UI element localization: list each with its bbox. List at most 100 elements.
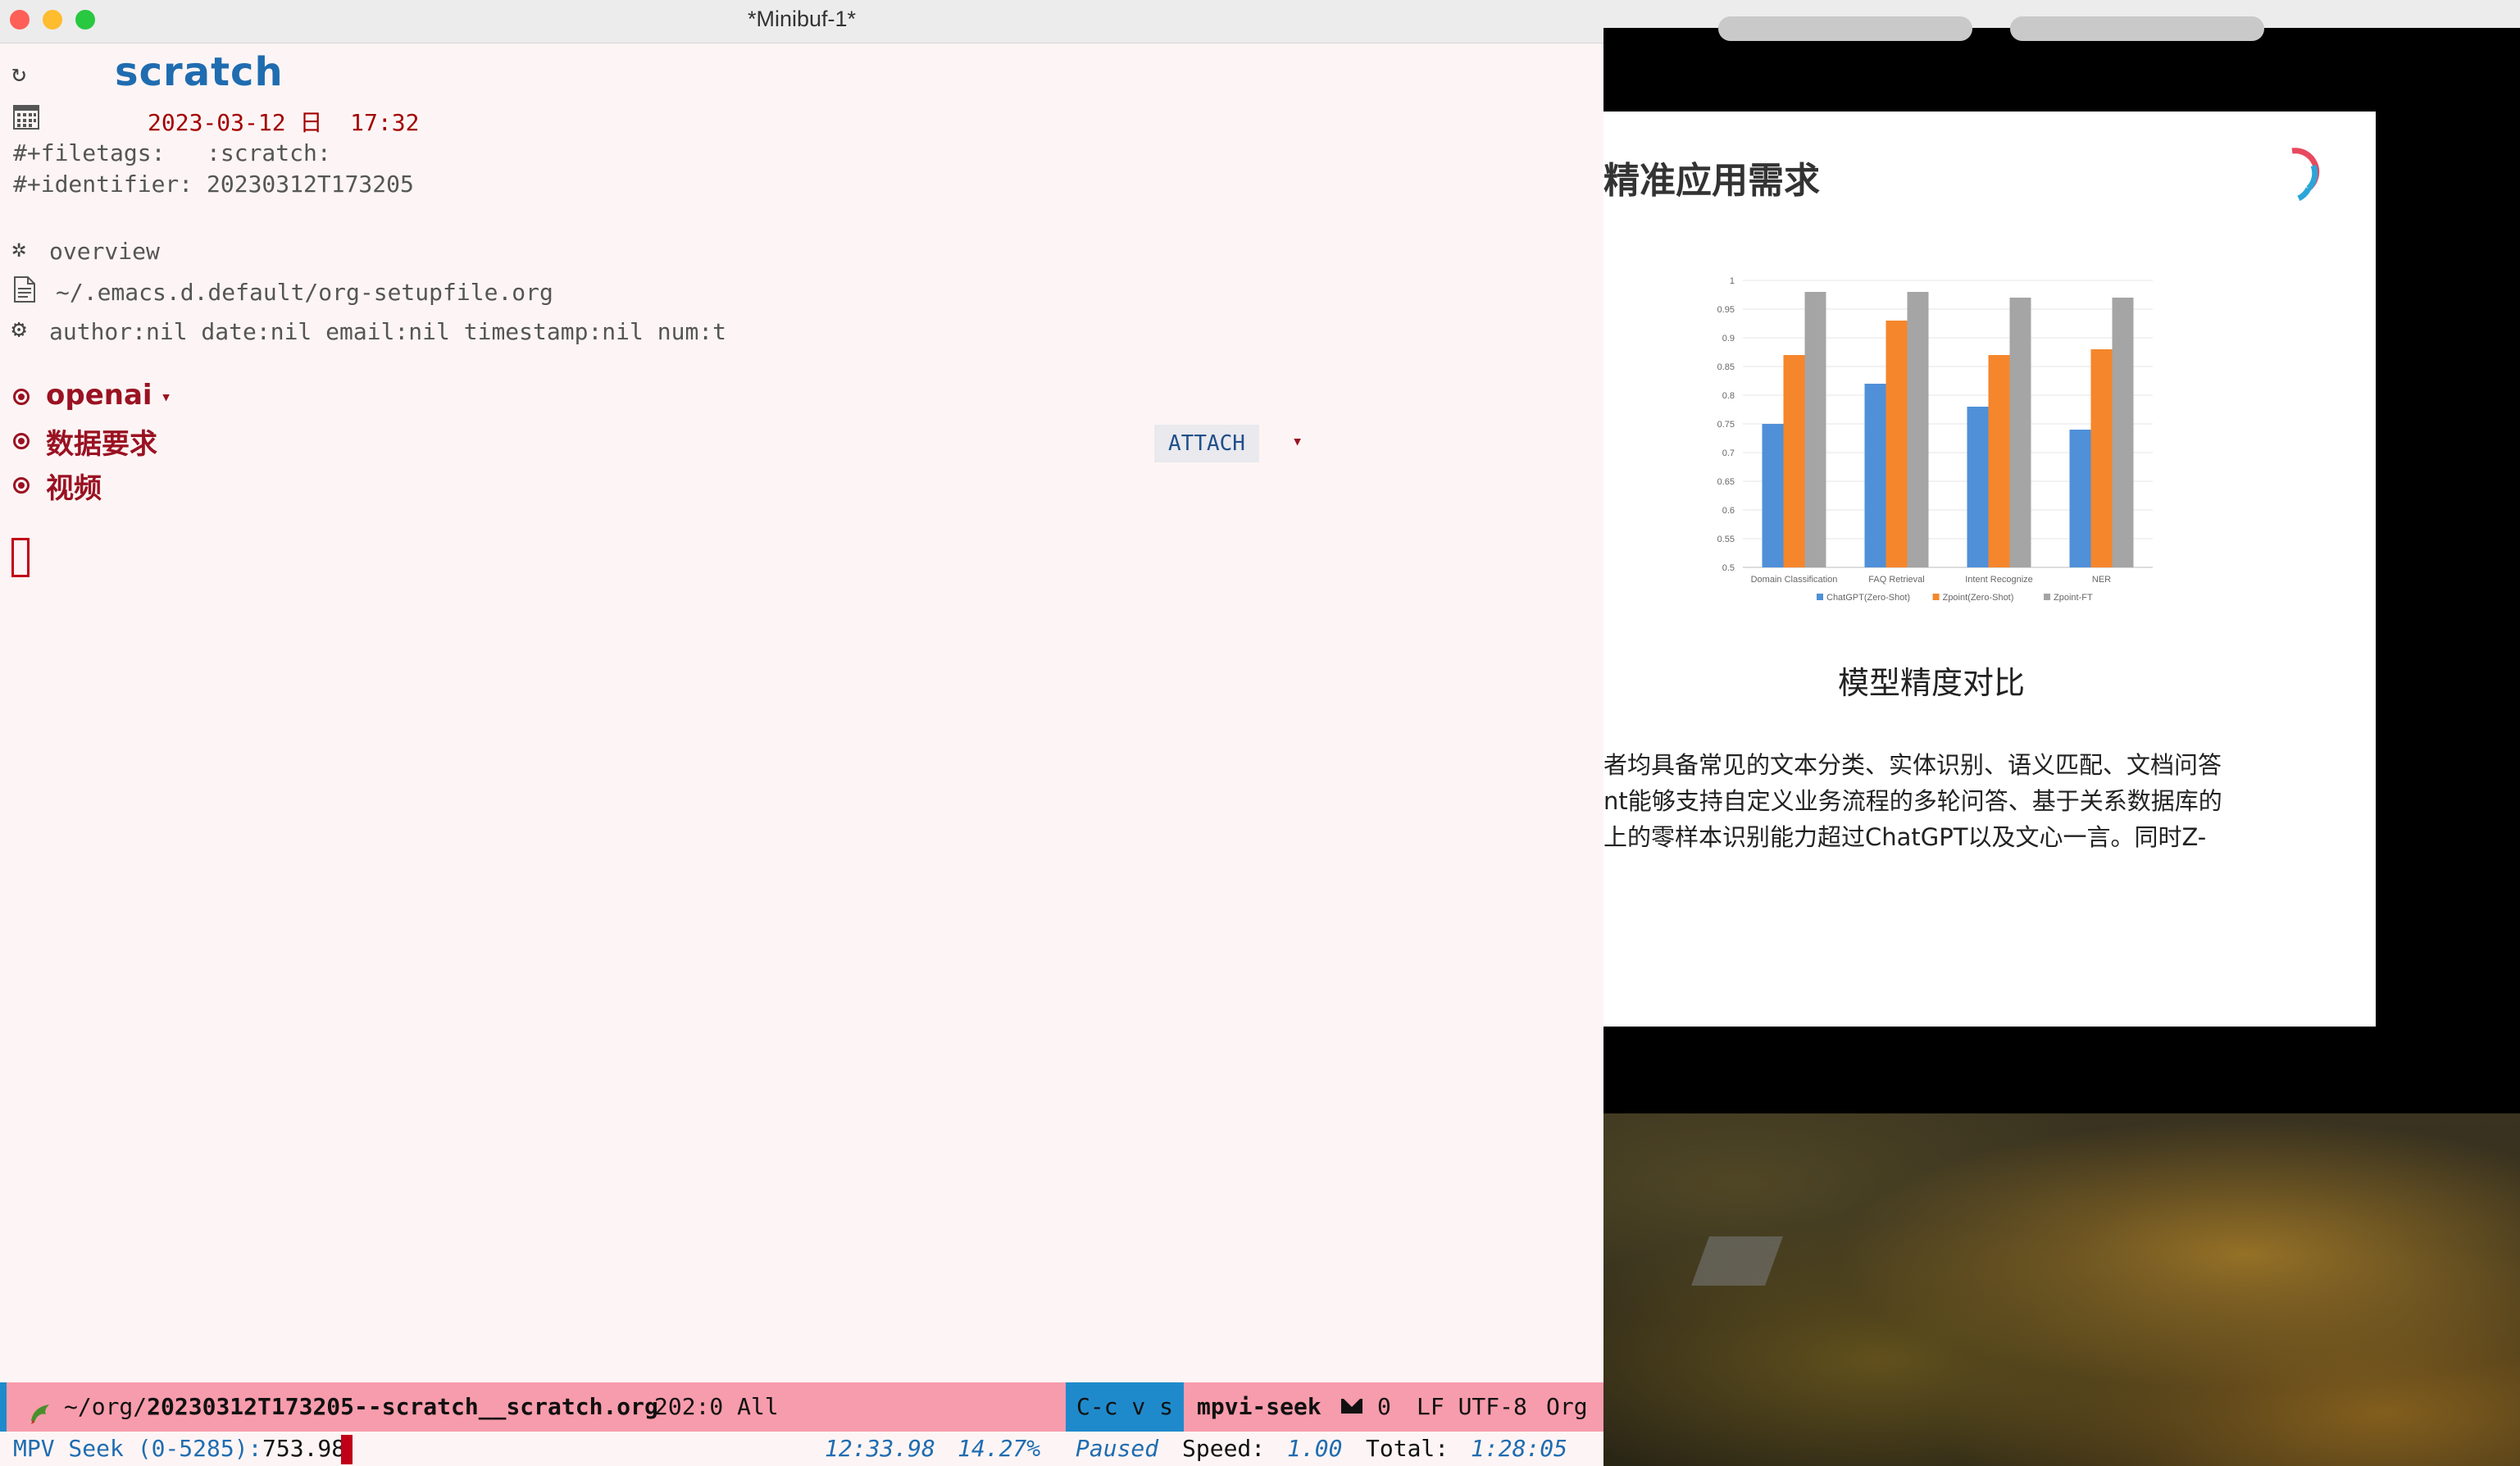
bar-zpoint-zero-shot--3: [2090, 349, 2113, 567]
org-buffer[interactable]: ↻ scratch 2023-03-12 日 17:32 #+filetags:…: [0, 43, 1603, 1381]
x-tick-label: NER: [2092, 575, 2111, 585]
overview-line: overview: [49, 238, 160, 265]
y-tick-label: 0.8: [1722, 391, 1735, 401]
text-cursor: [11, 538, 30, 577]
mode-line: ~/org/20230312T173205--scratch__scratch.…: [0, 1382, 1603, 1432]
mail-count: 0: [1377, 1393, 1391, 1420]
calendar-icon: [13, 103, 39, 130]
y-tick-label: 0.75: [1717, 420, 1735, 430]
page-title: scratch: [115, 49, 284, 95]
y-tick-label: 0.6: [1722, 506, 1735, 516]
speed-value: 1.00: [1287, 1435, 1343, 1462]
y-tick-label: 0.65: [1717, 477, 1735, 487]
identifier-line: #+identifier: 20230312T173205: [13, 171, 414, 198]
presentation-slide: 精准应用需求 0.5 0.55 0.6 0.65 0.7 0.75 0.8 0.85 0.9 0.…: [1603, 112, 2376, 1027]
emacs-window: *Minibuf-1* ↻ scratch 2023-03-12 日 17:32…: [0, 0, 1603, 1466]
mode-line-indicator: [0, 1382, 7, 1432]
x-tick-label: FAQ Retrieval: [1868, 575, 1924, 585]
headline-video[interactable]: 视频: [46, 466, 102, 506]
minor-mode: mpvi-seek: [1197, 1393, 1321, 1420]
bar-zpoint-ft-2: [2009, 298, 2031, 567]
legend-label: ChatGPT(Zero-Shot): [1826, 593, 1910, 603]
video-player[interactable]: 精准应用需求 0.5 0.55 0.6 0.65 0.7 0.75 0.8 0.85 0.9 0.…: [1603, 0, 2520, 1466]
fold-marker[interactable]: ▾: [1292, 431, 1303, 452]
fold-marker[interactable]: ▾: [161, 387, 171, 407]
tab-pill: [2010, 16, 2264, 41]
y-tick-label: 0.95: [1717, 305, 1735, 315]
headline-bullet-icon: [13, 433, 30, 449]
current-time: 12:33.98: [825, 1435, 935, 1462]
legend-label: Zpoint-FT: [2054, 593, 2093, 603]
slide-text-line: 者均具备常见的文本分类、实体识别、语义匹配、文档问答: [1603, 751, 2222, 779]
bar-zpoint-ft-3: [2112, 298, 2134, 567]
legend-swatch: [1932, 594, 1940, 600]
bar-chatgpt-zero-shot--3: [2069, 430, 2091, 567]
bar-zpoint-ft-0: [1804, 292, 1826, 567]
minibuffer-cursor: [341, 1435, 353, 1464]
window-title: *Minibuf-1*: [747, 7, 857, 31]
minibuffer[interactable]: MPV Seek (0-5285): 753.98 12:33.98 14.27…: [0, 1432, 1603, 1466]
gear-icon: ⚙: [11, 315, 27, 344]
total-label: Total:: [1366, 1435, 1449, 1462]
headline-data-requirements[interactable]: 数据要求: [46, 421, 157, 462]
x-tick-label: Domain Classification: [1751, 575, 1838, 585]
encoding[interactable]: LF UTF-8: [1417, 1382, 1527, 1432]
bar-chatgpt-zero-shot--1: [1864, 384, 1886, 567]
headline-bullet-icon: [13, 477, 30, 494]
weekday-text: 日: [299, 109, 323, 136]
bar-chatgpt-zero-shot--2: [1967, 407, 1989, 567]
y-tick-label: 0.5: [1722, 563, 1735, 573]
cursor-position: 202:0 All: [654, 1393, 779, 1420]
major-mode[interactable]: Org: [1546, 1382, 1588, 1432]
logo-icon: [2284, 148, 2323, 202]
filetags-line: #+filetags: :scratch:: [13, 139, 331, 166]
bar-zpoint-zero-shot--0: [1783, 355, 1805, 567]
legend-label: Zpoint(Zero-Shot): [1943, 593, 2014, 603]
headline-bullet-icon: [13, 389, 30, 405]
legend-swatch: [1817, 594, 1823, 600]
video-window-edge: [1603, 0, 2520, 41]
bar-zpoint-ft-1: [1907, 292, 1929, 567]
y-tick-label: 0.85: [1717, 362, 1735, 372]
asterisk-icon: ✲: [11, 234, 27, 263]
setupfile-line[interactable]: ~/.emacs.d.default/org-setupfile.org: [56, 279, 553, 306]
options-line: author:nil date:nil email:nil timestamp:…: [49, 318, 727, 345]
date-line: 2023-03-12 日 17:32: [148, 105, 419, 138]
playback-percent: 14.27%: [958, 1435, 1041, 1462]
bar-zpoint-zero-shot--1: [1885, 321, 1908, 567]
file-path[interactable]: ~/org/20230312T173205--scratch__scratch.…: [64, 1382, 658, 1432]
bar-zpoint-zero-shot--2: [1988, 355, 2010, 567]
slide-text-line: 上的零样本识别能力超过ChatGPT以及文心一言。同时Z-: [1603, 823, 2207, 851]
chart-caption: 模型精度对比: [1838, 665, 2026, 701]
mail-icon: [1341, 1399, 1362, 1414]
minibuffer-input[interactable]: 753.98: [262, 1432, 345, 1466]
attach-tag-button[interactable]: ATTACH: [1154, 425, 1259, 462]
key-sequence: C-c v s: [1066, 1382, 1184, 1432]
headline-openai[interactable]: openai: [46, 379, 152, 412]
slide-title: 精准应用需求: [1603, 160, 1820, 202]
y-tick-label: 0.55: [1717, 535, 1735, 544]
y-tick-label: 0.7: [1722, 448, 1735, 458]
path-prefix: ~/org/: [64, 1393, 148, 1420]
title-bar: *Minibuf-1*: [0, 0, 1603, 43]
refresh-icon: ↻: [11, 59, 27, 88]
minibuffer-prompt: MPV Seek (0-5285):: [13, 1435, 276, 1462]
speed-label: Speed:: [1182, 1435, 1266, 1462]
y-tick-label: 1: [1730, 276, 1735, 286]
emacs-icon: [28, 1394, 54, 1424]
total-duration: 1:28:05: [1471, 1435, 1568, 1462]
bar-chatgpt-zero-shot--0: [1762, 424, 1784, 567]
playback-state: Paused: [1076, 1435, 1159, 1462]
date-text: 2023-03-12: [148, 109, 286, 136]
accuracy-chart: 0.5 0.55 0.6 0.65 0.7 0.75 0.8 0.85 0.9 0.95 1 Doma…: [1717, 276, 2153, 603]
legend-swatch: [2044, 594, 2050, 600]
y-tick-label: 0.9: [1722, 334, 1735, 344]
x-tick-label: Intent Recognize: [1965, 575, 2033, 585]
file-name: 20230312T173205--scratch__scratch.org: [147, 1393, 658, 1420]
roof-shape: [1691, 1236, 1783, 1286]
background-photo: [1603, 1113, 2520, 1466]
document-icon: [13, 275, 36, 303]
time-text: 17:32: [350, 109, 420, 136]
slide-text-line: nt能够支持自定义业务流程的多轮问答、基于关系数据库的: [1603, 787, 2222, 815]
tab-pill: [1718, 16, 1972, 41]
